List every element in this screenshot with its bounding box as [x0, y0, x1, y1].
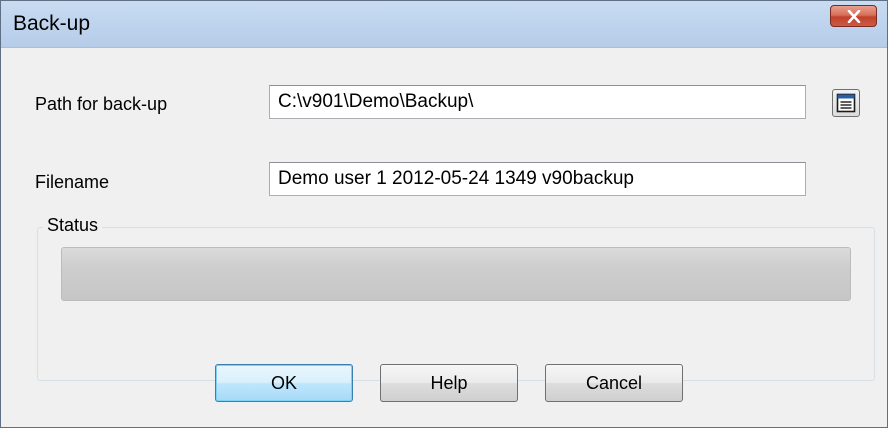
title-bar[interactable]: Back-up [1, 1, 887, 48]
ok-button[interactable]: OK [215, 364, 353, 402]
path-label: Path for back-up [35, 94, 168, 114]
backup-dialog: Back-up Path for back-up C:\v901\Demo\Ba… [0, 0, 888, 428]
browse-button[interactable] [832, 89, 860, 117]
path-field[interactable]: C:\v901\Demo\Backup\ [269, 85, 806, 119]
close-button[interactable] [830, 5, 877, 27]
folder-browse-icon [836, 93, 856, 113]
status-progress-bar [61, 247, 851, 301]
filename-field[interactable]: Demo user 1 2012-05-24 1349 v90backup [269, 162, 806, 196]
filename-label: Filename [35, 172, 110, 192]
close-icon [847, 10, 861, 23]
status-group-label: Status [43, 215, 103, 236]
dialog-body: Path for back-up C:\v901\Demo\Backup\ Fi… [9, 49, 879, 421]
cancel-button[interactable]: Cancel [545, 364, 683, 402]
window-title: Back-up [13, 12, 91, 35]
help-button[interactable]: Help [380, 364, 518, 402]
